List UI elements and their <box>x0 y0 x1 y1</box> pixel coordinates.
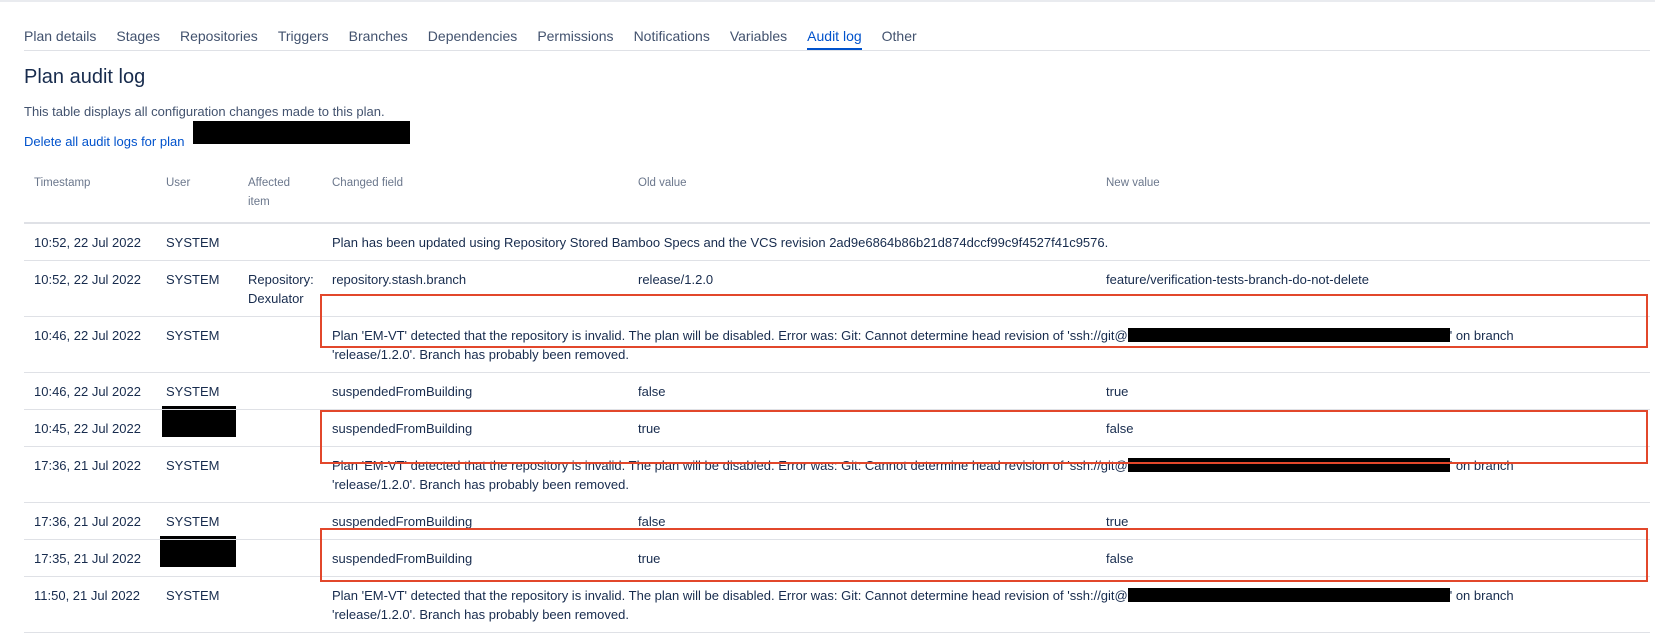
tab-other[interactable]: Other <box>882 27 917 50</box>
tab-notifications[interactable]: Notifications <box>634 27 710 50</box>
page-title: Plan audit log <box>24 66 146 88</box>
error-message-branch: ' on branch <box>1449 588 1514 603</box>
header-changed-field[interactable]: Changed field <box>322 166 628 224</box>
cell-timestamp: 10:46, 22 Jul 2022 <box>24 372 156 410</box>
cell-user: SYSTEM <box>156 223 238 261</box>
highlight-box <box>320 528 1648 582</box>
error-message-end: 'release/1.2.0'. Branch has probably bee… <box>332 607 629 622</box>
cell-user: SYSTEM <box>156 316 238 373</box>
header-user[interactable]: User <box>156 166 238 224</box>
tab-audit-log[interactable]: Audit log <box>807 27 862 50</box>
delete-audit-logs-link[interactable]: Delete all audit logs for plan <box>24 134 184 149</box>
cell-affected-item <box>238 576 322 633</box>
table-header-row: Timestamp User Affected item Changed fiel… <box>24 166 1650 224</box>
tab-triggers[interactable]: Triggers <box>278 27 329 50</box>
highlight-box <box>320 410 1648 464</box>
cell-new-value: true <box>1096 372 1650 410</box>
tab-variables[interactable]: Variables <box>730 27 787 50</box>
cell-timestamp: 10:46, 22 Jul 2022 <box>24 316 156 373</box>
table-row: 11:50, 21 Jul 2022 SYSTEM Plan 'EM-VT' d… <box>24 576 1650 633</box>
cell-affected-item <box>238 316 322 373</box>
error-message-end: 'release/1.2.0'. Branch has probably bee… <box>332 347 629 362</box>
error-message-start: Plan 'EM-VT' detected that the repositor… <box>332 588 1128 603</box>
cell-user: SYSTEM <box>156 502 238 540</box>
cell-timestamp: 17:36, 21 Jul 2022 <box>24 502 156 540</box>
cell-affected-item <box>238 539 322 577</box>
tab-stages[interactable]: Stages <box>116 27 160 50</box>
table-row: 10:52, 22 Jul 2022 SYSTEM Plan has been … <box>24 223 1650 261</box>
header-affected-line2: item <box>248 196 270 208</box>
highlight-box <box>320 294 1648 348</box>
redacted-plan-name <box>193 121 410 144</box>
cell-user: SYSTEM <box>156 372 238 410</box>
cell-error-message: Plan 'EM-VT' detected that the repositor… <box>322 576 1650 633</box>
cell-user: SYSTEM <box>156 446 238 503</box>
cell-affected-item <box>238 409 322 447</box>
cell-user <box>156 406 238 447</box>
cell-timestamp: 17:35, 21 Jul 2022 <box>24 539 156 577</box>
cell-timestamp: 17:36, 21 Jul 2022 <box>24 446 156 503</box>
redacted-repo-url <box>1127 588 1450 602</box>
cell-old-value: false <box>628 372 1096 410</box>
cell-changed-field: suspendedFromBuilding <box>322 372 628 410</box>
cell-user: SYSTEM <box>156 576 238 633</box>
header-timestamp[interactable]: Timestamp <box>24 166 156 224</box>
redacted-user <box>162 406 236 437</box>
top-divider <box>0 0 1655 2</box>
cell-message: Plan has been updated using Repository S… <box>322 223 1650 261</box>
page-description: This table displays all configuration ch… <box>24 104 385 119</box>
cell-affected-item: Repository: Dexulator <box>238 260 322 317</box>
tab-dependencies[interactable]: Dependencies <box>428 27 518 50</box>
cell-user <box>156 536 238 577</box>
cell-affected-item <box>238 446 322 503</box>
cell-affected-item <box>238 223 322 261</box>
tab-repositories[interactable]: Repositories <box>180 27 258 50</box>
cell-user: SYSTEM <box>156 260 238 317</box>
plan-config-tabs: Plan details Stages Repositories Trigger… <box>24 27 1650 51</box>
tab-plan-details[interactable]: Plan details <box>24 27 96 50</box>
header-new-value[interactable]: New value <box>1096 166 1650 224</box>
affected-name: Dexulator <box>248 291 304 306</box>
cell-timestamp: 10:52, 22 Jul 2022 <box>24 260 156 317</box>
cell-affected-item <box>238 372 322 410</box>
cell-timestamp: 10:52, 22 Jul 2022 <box>24 223 156 261</box>
cell-timestamp: 10:45, 22 Jul 2022 <box>24 409 156 447</box>
table-row: 10:46, 22 Jul 2022 SYSTEM suspendedFromB… <box>24 372 1650 410</box>
header-old-value[interactable]: Old value <box>628 166 1096 224</box>
header-affected-line1: Affected <box>248 177 290 189</box>
error-message-end: 'release/1.2.0'. Branch has probably bee… <box>332 477 629 492</box>
affected-type: Repository: <box>248 272 314 287</box>
tab-branches[interactable]: Branches <box>349 27 408 50</box>
cell-affected-item <box>238 502 322 540</box>
header-affected-item[interactable]: Affected item <box>238 166 322 224</box>
tab-permissions[interactable]: Permissions <box>537 27 613 50</box>
redacted-user <box>160 536 236 567</box>
cell-timestamp: 11:50, 21 Jul 2022 <box>24 576 156 633</box>
